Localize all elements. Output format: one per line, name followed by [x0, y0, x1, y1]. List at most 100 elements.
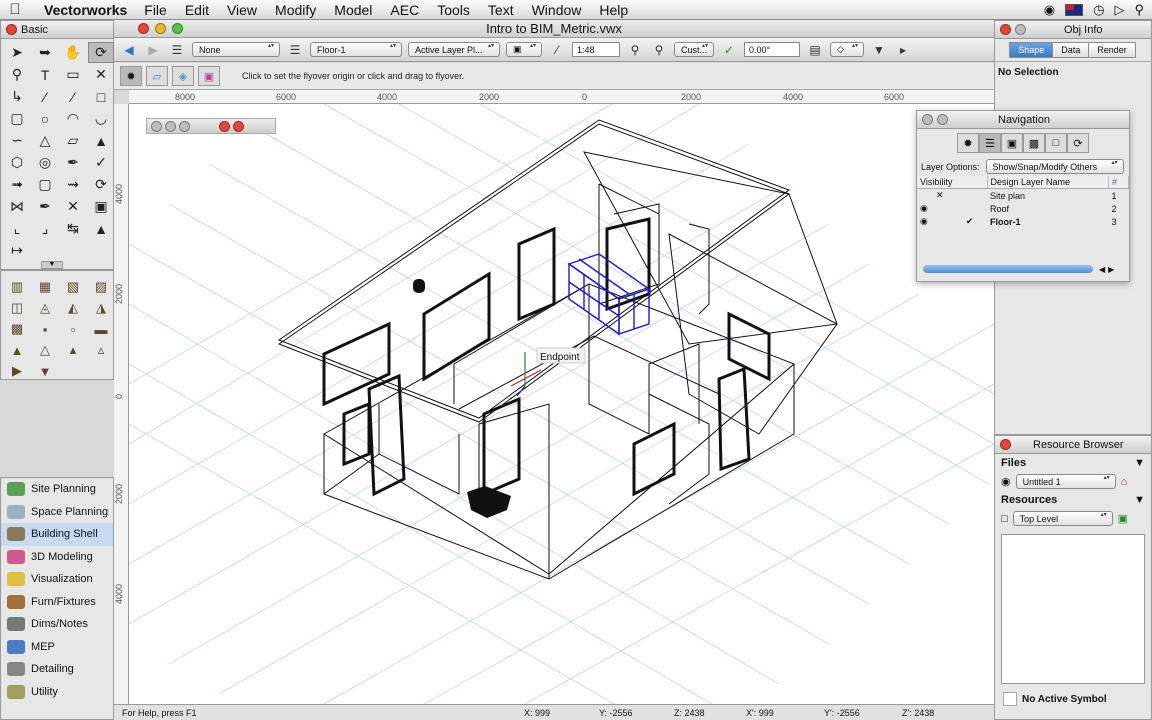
slab-tool-icon[interactable]: ▧ — [60, 277, 86, 297]
class-options-icon[interactable]: ☰ — [168, 42, 186, 58]
zoom-out-icon[interactable]: ⚲ — [650, 42, 668, 58]
zoom-icon[interactable] — [179, 120, 190, 132]
quarter-arc-tool-icon[interactable]: ◡ — [88, 108, 114, 129]
visibility-cell[interactable]: ◉ ✔ — [917, 215, 987, 228]
layer-mode-popup[interactable]: Active Layer Pl... — [408, 42, 500, 57]
clip-tool-icon[interactable]: ▣ — [88, 196, 114, 217]
home-icon[interactable]: ⌂ — [1121, 476, 1128, 488]
menu-model[interactable]: Model — [325, 0, 381, 20]
close-icon[interactable] — [922, 114, 933, 125]
vertical-ruler[interactable]: 4000 2000 0 2000 4000 — [114, 104, 129, 704]
lamp-tool-icon[interactable]: ▼ — [32, 361, 58, 381]
eyedropper-tool-icon[interactable]: ✒ — [60, 152, 86, 173]
offset-tool-icon[interactable]: ⇝ — [60, 174, 86, 195]
nav-views-icon[interactable]: ▩ — [1023, 133, 1045, 153]
layer-popup[interactable]: Floor-1 — [310, 42, 402, 57]
resource-list[interactable] — [1001, 534, 1145, 684]
chamfer-tool-icon[interactable]: ↹ — [60, 218, 86, 239]
space-tool-icon[interactable]: ▶ — [4, 361, 30, 381]
rounded-rect-tool-icon[interactable]: ▢ — [4, 108, 30, 129]
framing-tool-icon[interactable]: ▴ — [60, 340, 86, 360]
text-tool-icon[interactable]: T — [32, 64, 58, 85]
zoom-tool-icon[interactable]: ⚲ — [4, 64, 30, 85]
reshape-tool-icon[interactable]: ➥ — [32, 42, 58, 63]
x-tool-icon[interactable]: ✕ — [88, 64, 114, 85]
angle-icon[interactable]: ✓ — [720, 42, 738, 58]
pipe-tool-icon[interactable]: ▵ — [88, 340, 114, 360]
ramp-tool-icon[interactable]: △ — [32, 340, 58, 360]
wall-tool-icon[interactable]: ▥ — [4, 277, 30, 297]
mirror-axis-tool-icon[interactable]: ⋈ — [4, 196, 30, 217]
file-eye-icon[interactable]: ◉ — [1001, 475, 1011, 488]
arc-tool-icon[interactable]: ◠ — [60, 108, 86, 129]
workspace-visualization[interactable]: Visualization — [1, 568, 113, 591]
projection-popup[interactable]: ◇ — [830, 42, 864, 57]
visibility-cell[interactable]: ✕ — [917, 189, 987, 203]
tab-data[interactable]: Data — [1052, 42, 1090, 58]
regular-polygon-tool-icon[interactable]: ⬡ — [4, 152, 30, 173]
resources-menu-icon[interactable]: ▼ — [1134, 494, 1145, 506]
line-tool-icon[interactable]: ∕ — [32, 86, 58, 107]
railing-tool-icon[interactable]: ▲ — [4, 340, 30, 360]
workspace-furn-fixtures[interactable]: Furn/Fixtures — [1, 591, 113, 614]
double-polygon-tool-icon[interactable]: ▲ — [88, 130, 114, 151]
spiral-tool-icon[interactable]: ◎ — [32, 152, 58, 173]
stair-tool-icon[interactable]: ◮ — [88, 298, 114, 318]
view-cube-mode-icon[interactable]: ▱ — [146, 66, 168, 86]
file-popup[interactable]: Untitled 1 — [1015, 474, 1116, 489]
scale-field[interactable]: 1:48 — [572, 42, 620, 57]
eye-icon[interactable]: ◉ — [920, 216, 928, 226]
spotlight-icon[interactable]: ⚲ — [1134, 2, 1144, 18]
attribute-tool-icon[interactable]: ✓ — [88, 152, 114, 173]
drawing-canvas[interactable]: Endpoint — [129, 104, 994, 704]
close-icon[interactable] — [1000, 439, 1011, 450]
nav-references-icon[interactable]: □ — [1045, 133, 1067, 153]
floating-window[interactable] — [146, 118, 276, 134]
palette-resize-handle[interactable]: ▼ — [41, 261, 63, 269]
clock-icon[interactable]: ◷ — [1093, 2, 1104, 18]
workspace-dims-notes[interactable]: Dims/Notes — [1, 613, 113, 636]
selection-tool-icon[interactable]: ➤ — [4, 42, 30, 63]
horizontal-scrollbar[interactable] — [923, 265, 1093, 273]
double-line-tool-icon[interactable]: ∕ — [60, 86, 86, 107]
curtain-wall-tool-icon[interactable]: ◭ — [60, 298, 86, 318]
workspace-mep[interactable]: MEP — [1, 636, 113, 659]
callout-tool-icon[interactable]: ▭ — [60, 64, 86, 85]
class-popup[interactable]: None — [192, 42, 280, 57]
working-plane-mode-icon[interactable]: ◈ — [172, 66, 194, 86]
view-options-popup[interactable]: ▣ — [506, 42, 542, 57]
forward-arrow-icon[interactable]: ▶ — [144, 42, 162, 58]
viewbar-overflow-icon[interactable]: ▸ — [894, 42, 912, 58]
horizontal-ruler[interactable]: 8000 6000 4000 2000 0 2000 4000 6000 — [129, 90, 994, 104]
workspace-site-planning[interactable]: Site Planning — [1, 478, 113, 501]
minimize-icon[interactable] — [165, 120, 176, 132]
dimension-tool-icon[interactable]: ↦ — [4, 240, 30, 261]
eye-icon[interactable]: ◉ — [920, 203, 928, 213]
workspace-detailing[interactable]: Detailing — [1, 658, 113, 681]
col-layer-name[interactable]: Design Layer Name — [987, 176, 1109, 189]
input-flag-icon[interactable] — [1065, 3, 1084, 16]
tab-render[interactable]: Render — [1088, 42, 1136, 58]
layer-options-icon[interactable]: ☰ — [286, 42, 304, 58]
files-menu-icon[interactable]: ▼ — [1134, 457, 1145, 469]
minimize-icon[interactable] — [1015, 24, 1026, 35]
trim-tool-icon[interactable]: ✕ — [60, 196, 86, 217]
flyover-tool-icon[interactable]: ⟳ — [88, 42, 114, 63]
table-row[interactable]: ◉ ✔ Floor-1 3 — [917, 215, 1129, 228]
col-number[interactable]: # — [1108, 176, 1129, 189]
folder-icon[interactable]: □ — [1001, 513, 1008, 525]
table-row[interactable]: ✕ Site plan 1 — [917, 189, 1129, 203]
zoom-in-icon[interactable]: ⚲ — [626, 42, 644, 58]
workspace-3d-modeling[interactable]: 3D Modeling — [1, 546, 113, 569]
menu-text[interactable]: Text — [479, 0, 523, 20]
close-icon[interactable] — [1000, 24, 1011, 35]
round-wall-tool-icon[interactable]: ▦ — [32, 277, 58, 297]
locus-tool-icon[interactable]: ↳ — [4, 86, 30, 107]
apple-menu-icon[interactable]:  — [0, 1, 30, 18]
table-row[interactable]: ◉ Roof 2 — [917, 202, 1129, 215]
workspace-space-planning[interactable]: Space Planning — [1, 501, 113, 524]
render-mode-icon[interactable]: ▤ — [806, 42, 824, 58]
menu-modify[interactable]: Modify — [266, 0, 325, 20]
menu-help[interactable]: Help — [590, 0, 637, 20]
menu-edit[interactable]: Edit — [176, 0, 218, 20]
